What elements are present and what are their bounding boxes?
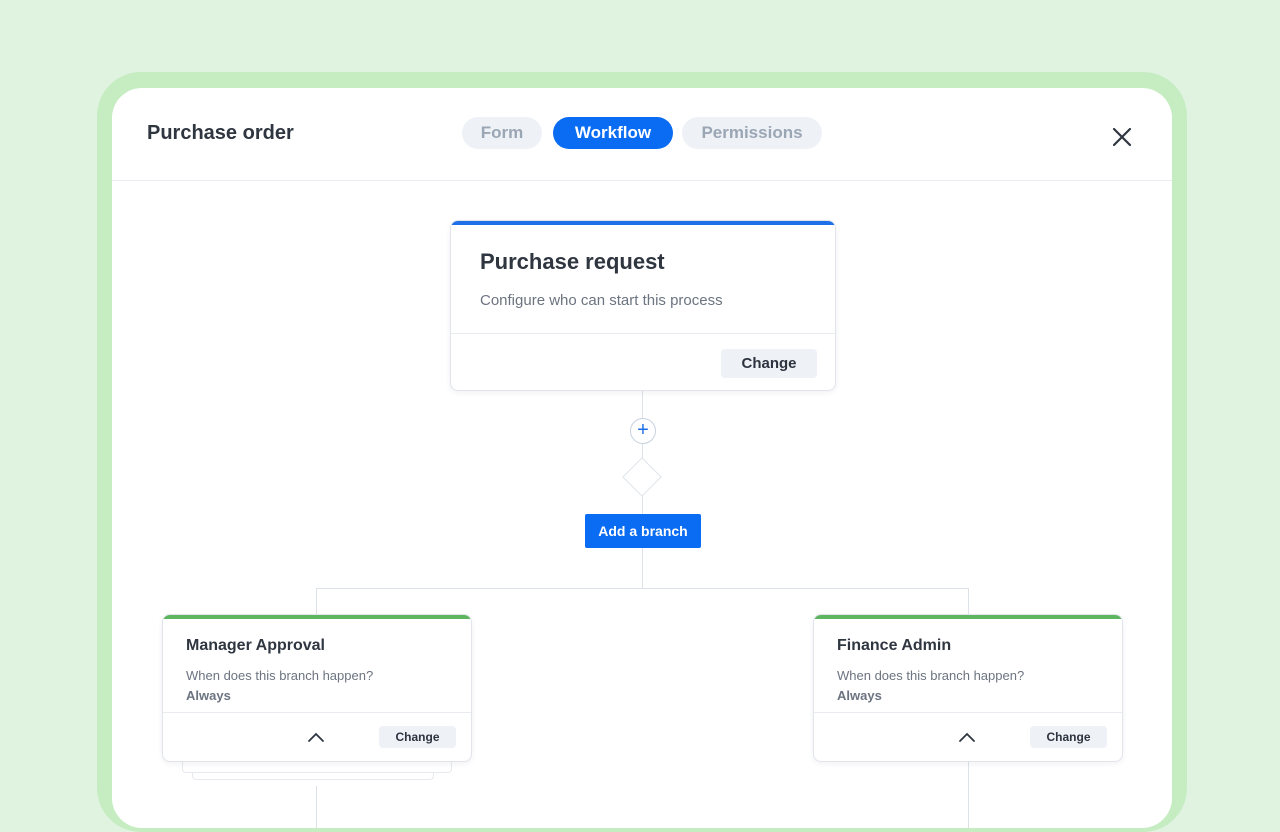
start-step-card: Purchase request Configure who can start…: [450, 220, 836, 391]
tab-permissions[interactable]: Permissions: [682, 117, 822, 149]
step-subtitle: Configure who can start this process: [480, 292, 723, 309]
plus-icon[interactable]: +: [630, 418, 656, 444]
branch-condition-label: When does this branch happen?: [186, 668, 374, 683]
close-icon[interactable]: [1108, 123, 1136, 151]
branch-title: Manager Approval: [186, 637, 325, 654]
modal-window: Purchase order Form Workflow Permissions…: [112, 88, 1172, 828]
chevron-up-icon[interactable]: [307, 730, 325, 742]
tab-workflow[interactable]: Workflow: [553, 117, 673, 149]
branch-condition-value: Always: [186, 688, 231, 703]
connector-line: [968, 588, 969, 614]
branch-connector: [316, 588, 969, 589]
branch-condition-label: When does this branch happen?: [837, 668, 1025, 683]
card-footer: Change: [451, 333, 835, 390]
card-accent-bar: [814, 615, 1122, 619]
card-accent-bar: [451, 221, 835, 225]
add-branch-button[interactable]: Add a branch: [585, 514, 701, 548]
connector-line: [316, 588, 317, 614]
change-button[interactable]: Change: [379, 726, 456, 748]
connector-line: [642, 548, 643, 588]
workflow-canvas: Purchase request Configure who can start…: [112, 181, 1172, 828]
page-title: Purchase order: [147, 122, 294, 144]
branch-card-manager-approval: Manager Approval When does this branch h…: [162, 614, 472, 762]
modal-header: Purchase order Form Workflow Permissions: [112, 88, 1172, 181]
chevron-up-icon[interactable]: [958, 730, 976, 742]
connector-line: [968, 760, 969, 828]
branch-title: Finance Admin: [837, 637, 952, 654]
change-button[interactable]: Change: [721, 349, 817, 378]
tab-form[interactable]: Form: [462, 117, 542, 149]
branch-card-finance-admin: Finance Admin When does this branch happ…: [813, 614, 1123, 762]
card-footer: Change: [814, 712, 1122, 761]
card-accent-bar: [163, 615, 471, 619]
change-button[interactable]: Change: [1030, 726, 1107, 748]
condition-diamond-icon: [622, 457, 662, 497]
branch-condition-value: Always: [837, 688, 882, 703]
connector-line: [316, 786, 317, 828]
card-footer: Change: [163, 712, 471, 761]
connector-line: [642, 389, 643, 419]
step-title: Purchase request: [480, 249, 665, 274]
